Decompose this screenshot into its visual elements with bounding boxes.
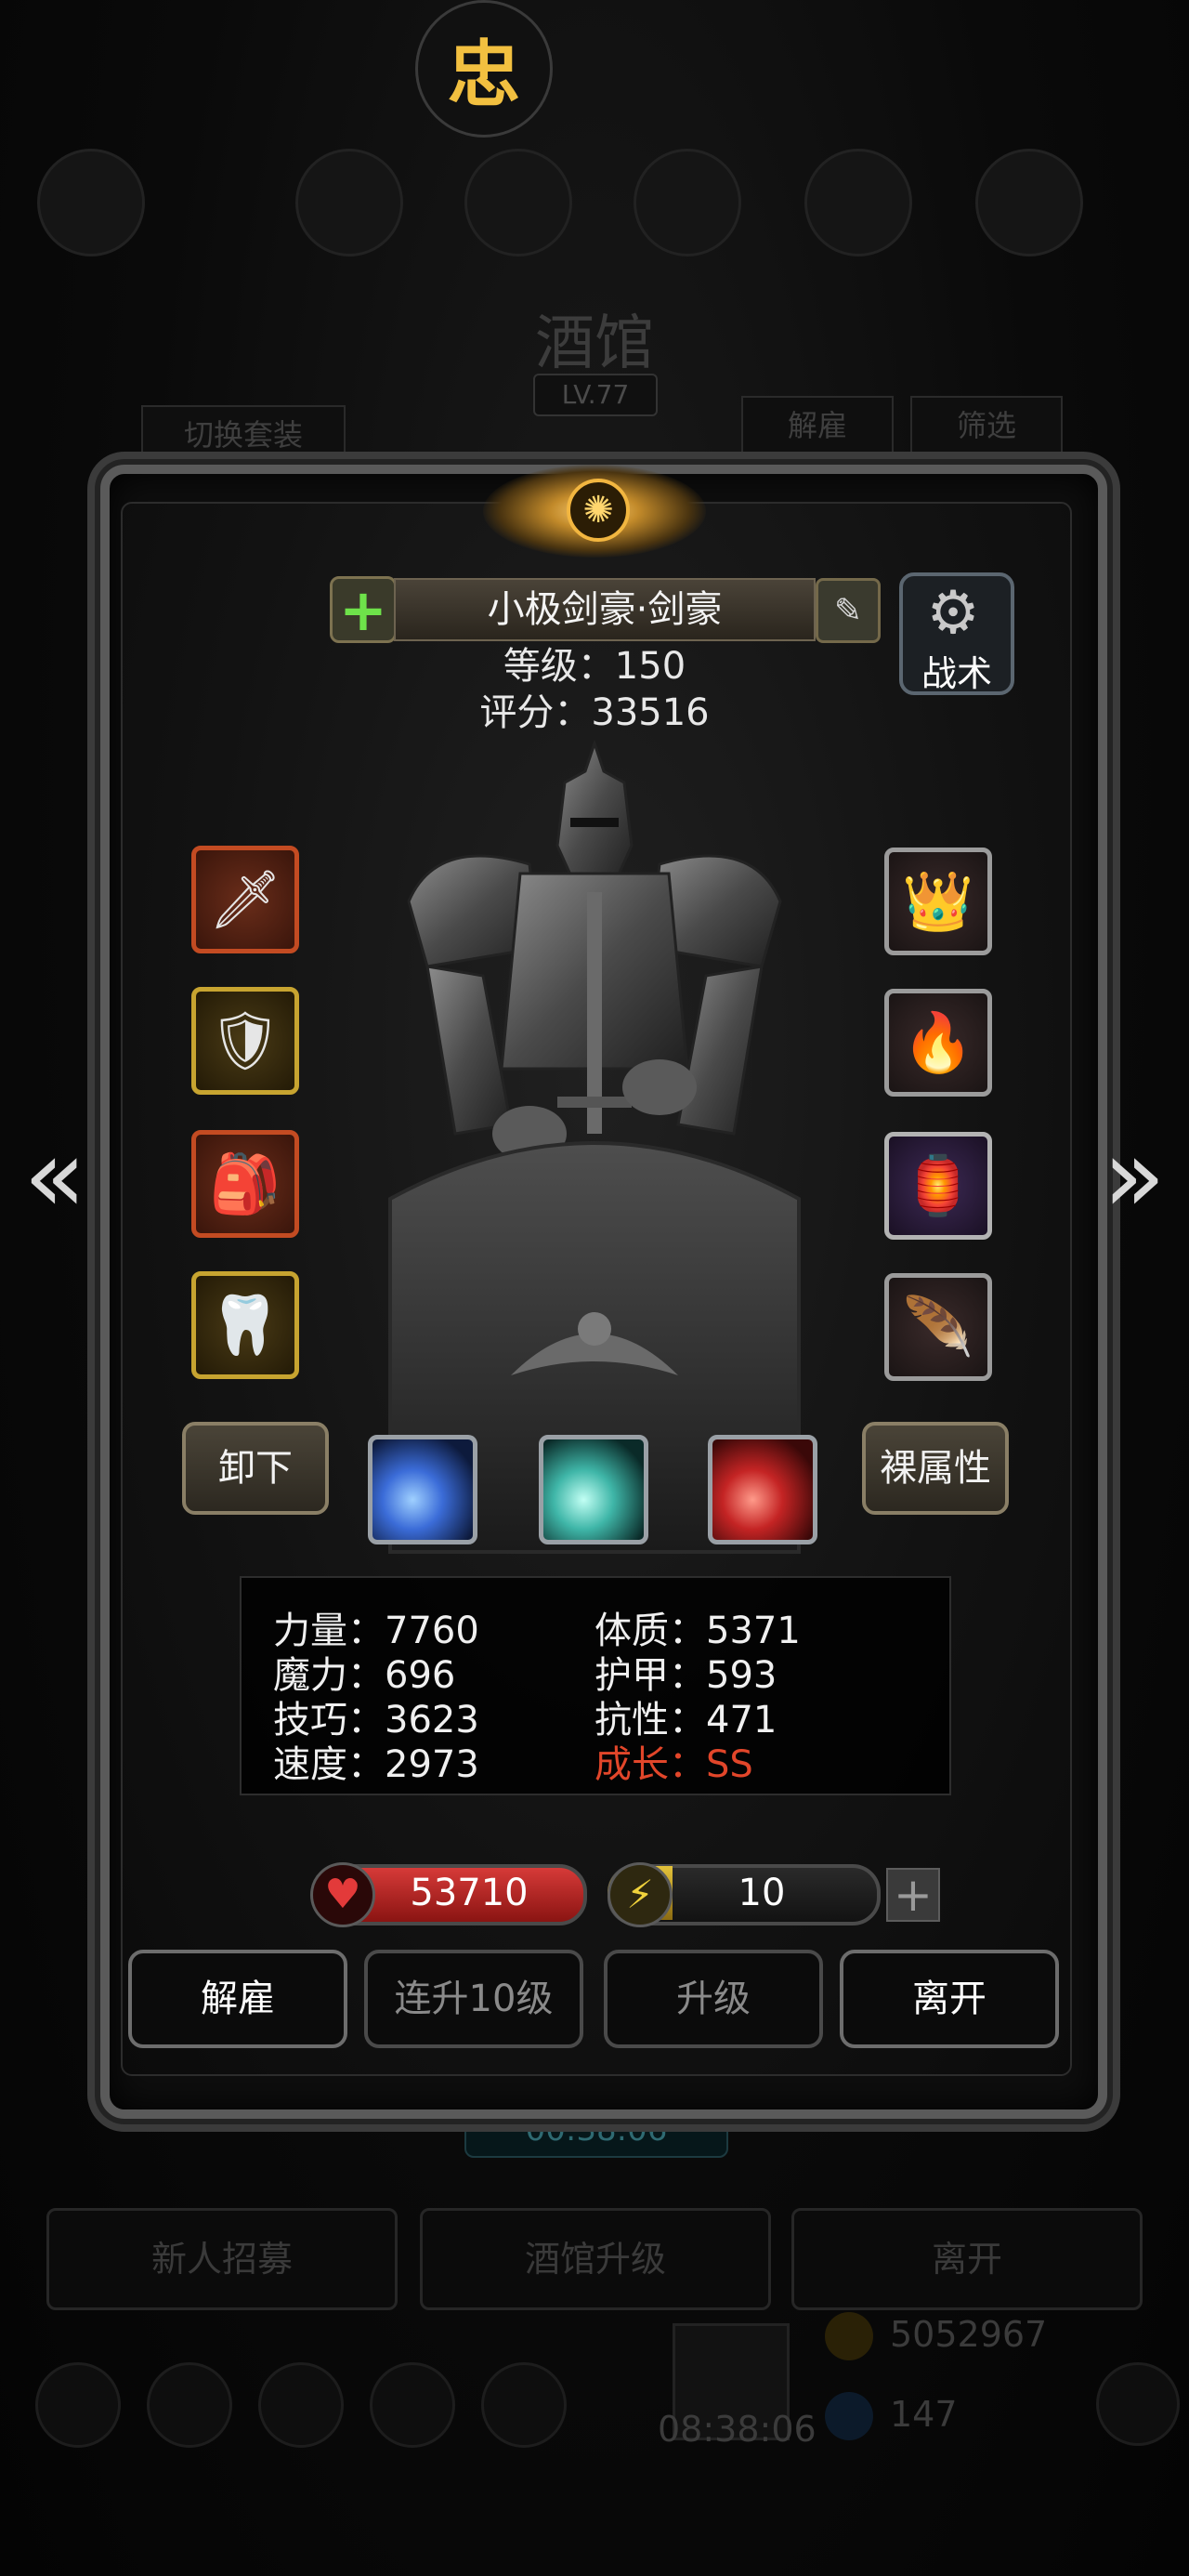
feather-icon: 🪶 <box>902 1293 974 1360</box>
add-energy-button[interactable]: + <box>886 1868 940 1922</box>
lantern-icon: 🏮 <box>902 1151 974 1219</box>
bg-menu-icon <box>481 2362 567 2448</box>
stat-growth: 成长：SS <box>594 1743 753 1786</box>
bg-gem-amount: 147 <box>890 2394 958 2435</box>
lightning-icon: ⚡ <box>608 1862 673 1927</box>
bg-recruit-button: 新人招募 <box>46 2208 398 2310</box>
skill-slot-3[interactable] <box>708 1435 817 1544</box>
equip-slot-armor[interactable]: 🛡 <box>191 987 299 1095</box>
belt-icon: 🎒 <box>209 1150 281 1217</box>
fang-icon: 🦷 <box>209 1291 281 1359</box>
dismiss-button[interactable]: 解雇 <box>128 1950 347 2048</box>
bg-leave-button: 离开 <box>791 2208 1143 2310</box>
bg-slot-icon <box>464 149 572 256</box>
bg-menu-icon <box>370 2362 455 2448</box>
unequip-button[interactable]: 卸下 <box>182 1422 329 1515</box>
crest-emblem-icon: ✺ <box>567 479 630 542</box>
equip-slot-weapon[interactable]: 🗡 <box>191 846 299 953</box>
next-hero-arrow[interactable]: » <box>1092 1115 1176 1236</box>
equip-slot-helm[interactable]: 👑 <box>884 848 992 955</box>
equip-slot-ring[interactable]: 🔥 <box>884 989 992 1097</box>
app-icon: 忠 <box>415 0 553 138</box>
bg-menu-icon <box>258 2362 344 2448</box>
bg-tavern-title: 酒馆 <box>535 309 654 378</box>
hero-name: 小极剑豪·剑豪 <box>394 578 816 641</box>
bg-slot-icon <box>295 149 403 256</box>
hp-value: 53710 <box>410 1872 529 1914</box>
heart-icon: ♥ <box>310 1862 375 1927</box>
sword-icon: 🗡 <box>208 865 282 933</box>
gem-icon <box>825 2392 873 2440</box>
leave-button[interactable]: 离开 <box>840 1950 1059 2048</box>
equip-slot-feather[interactable]: 🪶 <box>884 1273 992 1381</box>
bg-tavern-upgrade-button: 酒馆升级 <box>420 2208 771 2310</box>
armor-icon: 🛡 <box>208 1006 282 1074</box>
bg-filter-button: 筛选 <box>910 396 1063 455</box>
equip-slot-relic[interactable]: 🏮 <box>884 1132 992 1240</box>
pencil-icon: ✎ <box>833 591 863 630</box>
base-attributes-button[interactable]: 裸属性 <box>862 1422 1009 1515</box>
equip-slot-belt[interactable]: 🎒 <box>191 1130 299 1238</box>
add-hero-button[interactable]: + <box>330 576 397 644</box>
bg-portrait <box>37 149 145 256</box>
skill-slot-2[interactable] <box>539 1435 648 1544</box>
bg-tavern-level: LV.77 <box>533 374 658 416</box>
bg-menu-icon <box>147 2362 232 2448</box>
bg-slot-icon <box>975 149 1083 256</box>
level-up-10-button[interactable]: 连升10级 <box>364 1950 583 2048</box>
bg-slot-icon <box>804 149 912 256</box>
crown-icon: 👑 <box>902 867 974 935</box>
gold-coin-icon <box>825 2312 873 2360</box>
bg-add-icon <box>1096 2362 1180 2446</box>
bg-dismiss-button: 解雇 <box>741 396 894 455</box>
prev-hero-arrow[interactable]: « <box>13 1115 97 1236</box>
tactic-label: 战术 <box>921 653 992 694</box>
level-up-button[interactable]: 升级 <box>604 1950 823 2048</box>
bg-slot-icon <box>634 149 741 256</box>
bg-bottom-timer: 08:38:06 <box>658 2409 817 2450</box>
bg-gold-amount: 5052967 <box>890 2314 1048 2355</box>
stat-speed: 速度：2973 <box>273 1743 479 1786</box>
bg-menu-icon <box>35 2362 121 2448</box>
equip-slot-trinket[interactable]: 🦷 <box>191 1271 299 1379</box>
fire-orb-icon: 🔥 <box>902 1008 974 1076</box>
gear-icon: ⚙ <box>926 579 980 648</box>
edit-name-button[interactable]: ✎ <box>816 578 881 643</box>
hero-score: 评分：33516 <box>479 691 710 734</box>
skill-slot-1[interactable] <box>368 1435 477 1544</box>
energy-value: 10 <box>738 1872 786 1914</box>
bg-switch-outfit-button: 切换套装 <box>141 405 346 465</box>
